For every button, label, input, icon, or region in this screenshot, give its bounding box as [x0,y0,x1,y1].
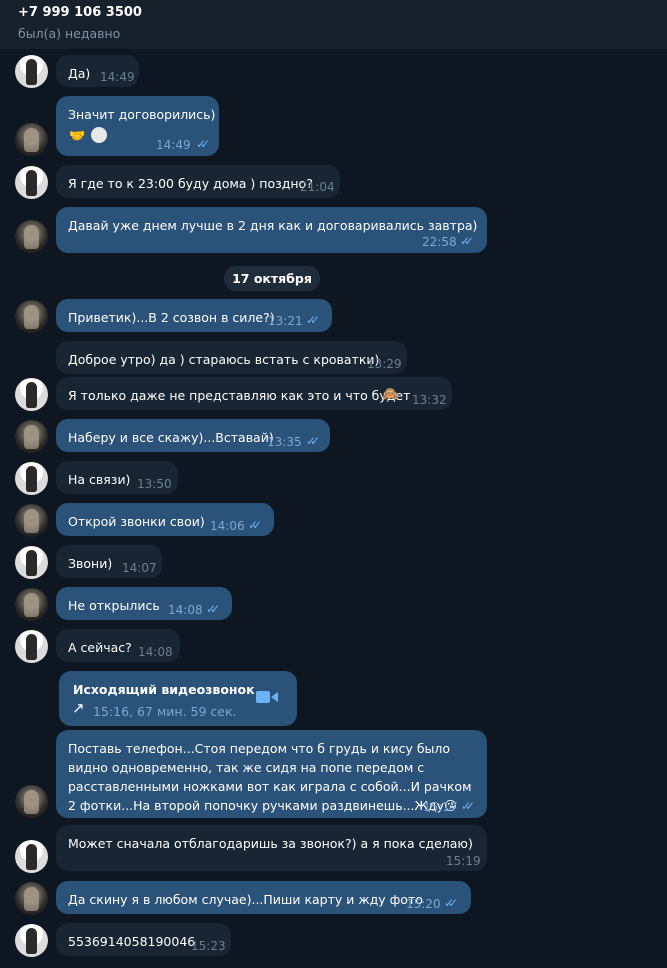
read-receipt-icon: ✓✓ [248,518,262,532]
message-bubble[interactable]: Звони) 14:07 [56,545,162,578]
message-bubble[interactable]: Может сначала отблагодаришь за звонок?) … [56,825,487,871]
message-text: Наберу и все скажу)...Вставай) [68,430,274,445]
video-call-bubble[interactable]: Исходящий видеозвонок ↗ 15:16, 67 мин. 5… [59,671,297,726]
message-time: 14:49 [156,138,191,152]
message-bubble[interactable]: Да скину я в любом случае)...Пиши карту … [56,881,471,914]
message-time: 15:20 [406,897,441,911]
message-bubble[interactable]: Я где то к 23:00 буду дома ) поздно? 21:… [56,165,340,198]
message-bubble[interactable]: Давай уже днем лучше в 2 дня как и догов… [56,207,487,253]
message-bubble[interactable]: Наберу и все скажу)...Вставай) 13:35 ✓✓ [56,419,330,452]
message-time: 13:21 [268,314,303,328]
message-text: Да) [68,66,91,81]
message-text: Значит договорились) [68,107,216,122]
handshake-emoji-icon: 🤝 [69,129,86,144]
user-avatar[interactable] [15,220,48,253]
read-receipt-icon: ✓✓ [206,602,220,616]
message-text: Звони) [68,556,113,571]
message-text: 5536914058190046 [68,934,196,949]
message-text: Открой звонки свои) [68,514,205,529]
message-time: 14:08 [138,645,173,659]
contact-name[interactable]: +7 999 106 3500 [18,5,142,20]
user-avatar[interactable] [15,785,48,818]
message-bubble[interactable]: Значит договорились) 🤝 14:49 ✓✓ [56,96,219,156]
user-avatar[interactable] [15,504,48,537]
message-text: Приветик)...В 2 созвон в силе?) [68,310,275,325]
message-bubble[interactable]: Да) 14:49 [56,55,139,87]
user-avatar[interactable] [15,300,48,333]
message-time: 15:17 [423,800,458,814]
contact-avatar[interactable] [15,462,48,495]
user-avatar[interactable] [15,882,48,915]
message-text: На связи) [68,472,131,487]
sticker-avatar-icon [91,127,107,143]
call-details: 15:16, 67 мин. 59 сек. [93,704,237,719]
message-time: 13:29 [367,357,402,371]
contact-avatar[interactable] [15,630,48,663]
user-avatar[interactable] [15,123,48,156]
message-time: 14:07 [122,561,157,575]
date-divider: 17 октября [224,266,320,291]
read-receipt-icon: ✓✓ [460,234,474,248]
contact-avatar[interactable] [15,546,48,579]
message-text: Я где то к 23:00 буду дома ) поздно? [68,176,313,191]
message-text: Давай уже днем лучше в 2 дня как и догов… [68,218,478,233]
read-receipt-icon: ✓✓ [306,313,320,327]
read-receipt-icon: ✓✓ [444,896,458,910]
message-bubble[interactable]: Поставь телефон...Стоя передом что б гру… [56,730,487,818]
message-text: Да скину я в любом случае)...Пиши карту … [68,892,423,907]
message-time: 15:23 [191,939,226,953]
message-time: 15:19 [446,854,481,868]
read-receipt-icon: ✓✓ [306,434,320,448]
contact-avatar[interactable] [15,378,48,411]
message-text: Поставь телефон...Стоя передом что б гру… [68,741,472,813]
contact-status: был(а) недавно [18,26,121,41]
message-text: А сейчас? [68,640,132,655]
message-time: 21:04 [300,180,335,194]
message-time: 13:50 [137,477,172,491]
message-time: 13:32 [412,393,447,407]
message-bubble[interactable]: А сейчас? 14:08 [56,629,180,662]
message-bubble[interactable]: Приветик)...В 2 созвон в силе?) 13:21 ✓✓ [56,299,332,332]
message-bubble[interactable]: Не открылись 14:08 ✓✓ [56,587,232,620]
read-receipt-icon: ✓✓ [461,799,475,813]
video-camera-icon[interactable] [256,690,278,704]
message-bubble[interactable]: 5536914058190046 15:23 [56,923,231,956]
contact-avatar[interactable] [15,840,48,873]
message-feed[interactable]: Да) 14:49 Значит договорились) 🤝 14:49 ✓… [0,49,667,968]
message-bubble[interactable]: Доброе утро) да ) стараюсь встать с кров… [56,341,407,374]
see-no-evil-monkey-emoji-icon: 🙈 [382,387,399,402]
contact-avatar[interactable] [15,924,48,957]
user-avatar[interactable] [15,588,48,621]
message-bubble[interactable]: Я только даже не представляю как это и ч… [56,377,452,410]
message-time: 14:06 [210,519,245,533]
message-time: 22:58 [422,235,457,249]
call-title: Исходящий видеозвонок [73,682,255,697]
chat-header[interactable]: +7 999 106 3500 был(а) недавно [0,0,667,49]
message-text: Не открылись [68,598,160,613]
message-time: 13:35 [267,435,302,449]
message-text: Доброе утро) да ) стараюсь встать с кров… [68,352,380,367]
user-avatar[interactable] [15,420,48,453]
read-receipt-icon: ✓✓ [196,137,210,151]
message-text: Я только даже не представляю как это и ч… [68,388,411,403]
message-bubble[interactable]: На связи) 13:50 [56,461,178,494]
contact-avatar[interactable] [15,166,48,199]
message-time: 14:08 [168,603,203,617]
message-time: 14:49 [100,70,135,84]
message-bubble[interactable]: Открой звонки свои) 14:06 ✓✓ [56,503,274,536]
message-text: Может сначала отблагодаришь за звонок?) … [68,836,473,851]
contact-avatar[interactable] [15,55,48,88]
outgoing-arrow-icon: ↗ [72,699,85,717]
